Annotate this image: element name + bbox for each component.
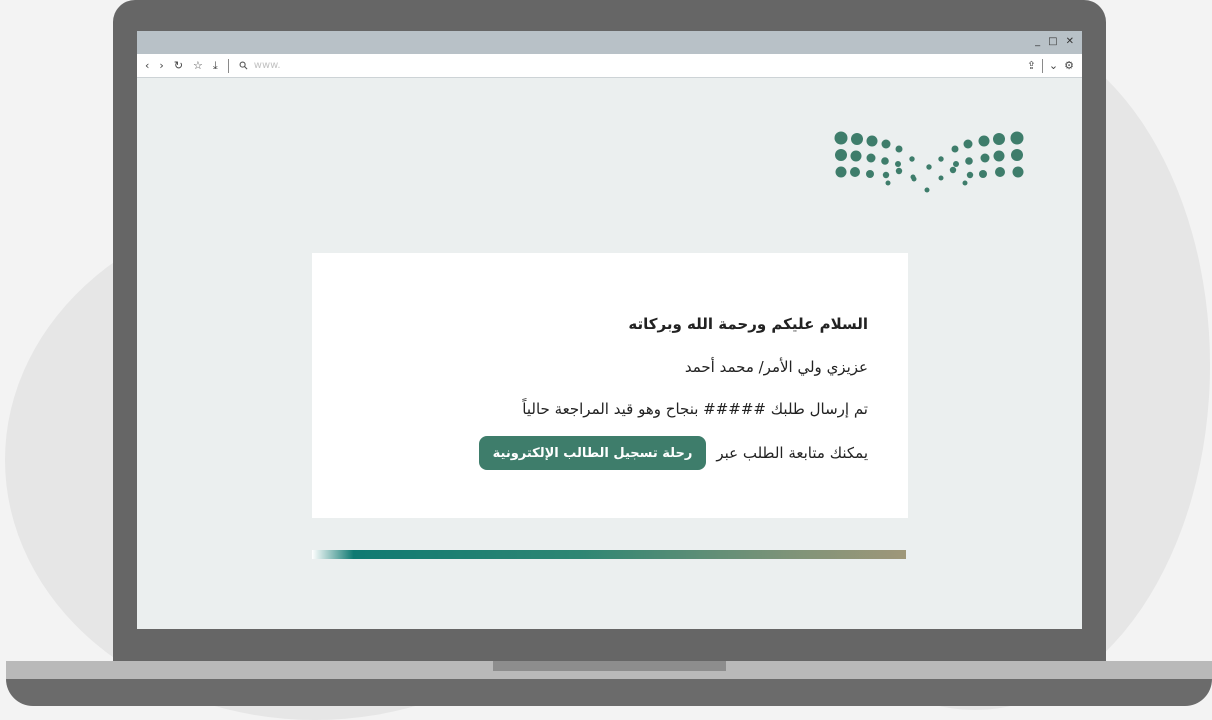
decorative-gradient-bar: [312, 550, 906, 559]
toolbar-divider: [227, 58, 229, 73]
back-icon[interactable]: ‹: [145, 59, 149, 72]
ministry-logo-icon: [834, 131, 1024, 193]
download-icon[interactable]: ⤓: [213, 59, 218, 73]
maximize-button[interactable]: □: [1048, 35, 1057, 49]
message-card: السلام عليكم ورحمة الله وبركاته عزيزي ول…: [312, 253, 908, 518]
browser-window: _ □ ✕ ‹ › ↻ ☆ ⤓ www. ⇪ ⌄ ⚙ السلام عليكم …: [137, 31, 1082, 629]
minimize-button[interactable]: _: [1035, 35, 1040, 49]
follow-text: يمكنك متابعة الطلب عبر: [716, 444, 868, 462]
salutation-text: عزيزي ولي الأمر/ محمد أحمد: [684, 358, 868, 376]
status-text: تم إرسال طلبك ##### بنجاح وهو قيد المراج…: [522, 400, 868, 418]
follow-line: يمكنك متابعة الطلب عبر رحلة تسجيل الطالب…: [478, 436, 868, 470]
student-registration-button[interactable]: رحلة تسجيل الطالب الإلكترونية: [478, 436, 707, 470]
chevron-down-icon[interactable]: ⌄: [1049, 59, 1058, 72]
address-bar[interactable]: www.: [254, 60, 281, 71]
close-button[interactable]: ✕: [1066, 35, 1074, 49]
settings-gear-icon[interactable]: ⚙: [1064, 59, 1074, 72]
browser-toolbar: ‹ › ↻ ☆ ⤓ www. ⇪ ⌄ ⚙: [137, 54, 1082, 78]
forward-icon[interactable]: ›: [159, 59, 163, 72]
toolbar-divider-right: [1041, 58, 1043, 73]
nav-controls: ‹ › ↻ ☆ ⤓ www.: [145, 54, 281, 77]
greeting-text: السلام عليكم ورحمة الله وبركاته: [628, 315, 868, 333]
title-bar: _ □ ✕: [137, 31, 1082, 54]
laptop-notch: [493, 661, 726, 671]
laptop-base-bottom: [6, 679, 1212, 706]
share-icon[interactable]: ⇪: [1027, 59, 1036, 72]
reload-icon[interactable]: ↻: [174, 59, 183, 72]
window-controls: _ □ ✕: [1035, 35, 1074, 49]
search-icon: [239, 61, 248, 70]
toolbar-actions: ⇪ ⌄ ⚙: [1027, 54, 1074, 77]
bookmark-star-icon[interactable]: ☆: [193, 59, 203, 72]
